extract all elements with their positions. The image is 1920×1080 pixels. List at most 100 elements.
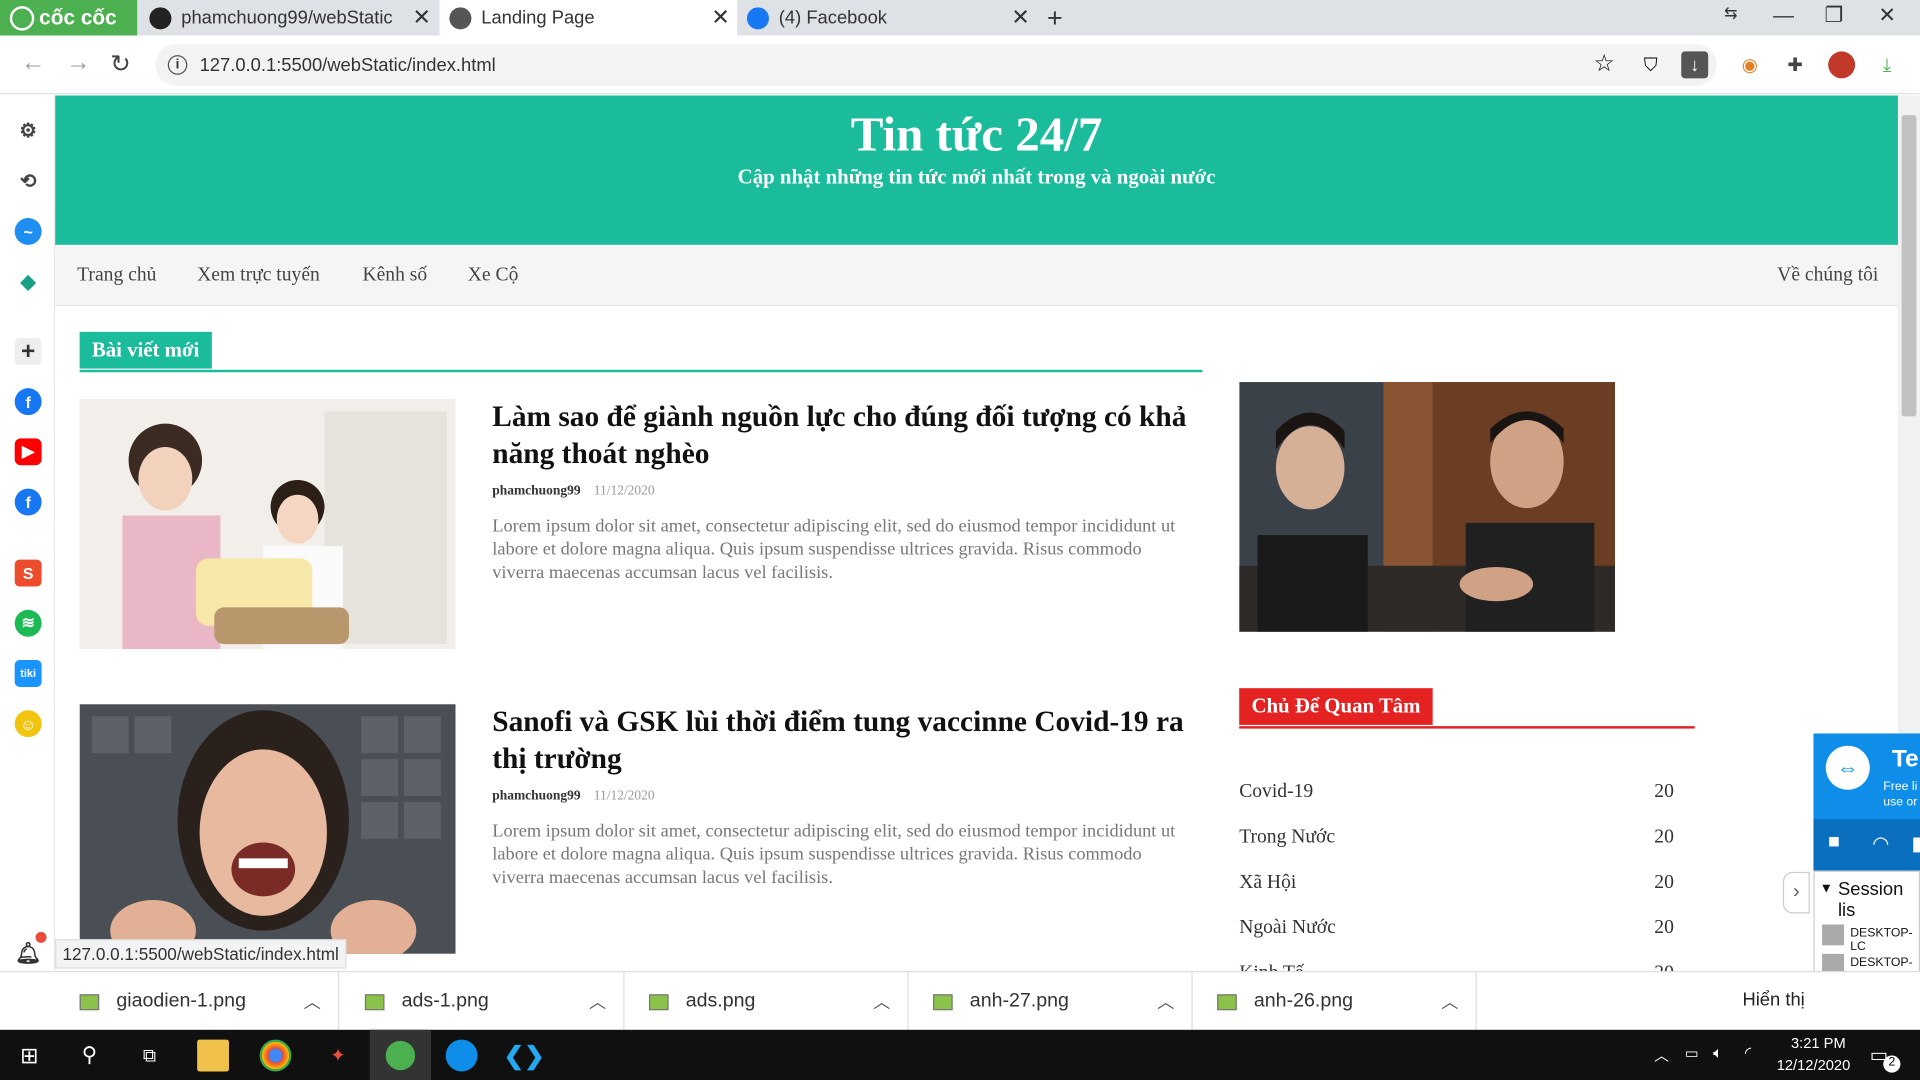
topic-name: Kinh Tế bbox=[1239, 962, 1303, 971]
bookmark-star-icon[interactable]: ☆ bbox=[1591, 50, 1618, 77]
back-button[interactable]: ← bbox=[21, 49, 45, 77]
add-icon[interactable]: + bbox=[14, 337, 42, 365]
coccoc-logo-icon bbox=[9, 5, 35, 31]
wifi-icon[interactable]: ◜ bbox=[1745, 1043, 1751, 1063]
task-view-icon[interactable]: ⧉ bbox=[133, 1040, 165, 1072]
clock-date[interactable]: 12/12/2020 bbox=[1771, 1057, 1857, 1074]
triangle-down-icon[interactable]: ▼ bbox=[1820, 882, 1833, 897]
download-item[interactable]: ads.png ︿ bbox=[624, 972, 909, 1032]
chevron-up-icon[interactable]: ︿ bbox=[304, 989, 321, 1013]
tab-search-icon[interactable]: ⇆ bbox=[1724, 4, 1737, 24]
post-title[interactable]: Sanofi và GSK lùi thời điểm tung vaccinn… bbox=[492, 704, 1202, 777]
coccoc-taskbar-icon[interactable] bbox=[369, 1029, 432, 1080]
post-image[interactable] bbox=[79, 399, 456, 649]
post-author[interactable]: phamchuong99 bbox=[492, 789, 580, 804]
file-explorer-icon[interactable] bbox=[197, 1039, 229, 1072]
tab-title: (4) Facebook bbox=[778, 7, 887, 29]
avatar[interactable] bbox=[1828, 51, 1856, 79]
post-photo-shower bbox=[79, 704, 456, 954]
notification-bell-icon[interactable]: 🔔︎ bbox=[15, 940, 42, 967]
download-item[interactable]: ads-1.png ︿ bbox=[340, 972, 625, 1032]
facebook-icon[interactable]: f bbox=[14, 388, 42, 416]
video-icon[interactable]: ■ bbox=[1828, 831, 1840, 853]
tab-github[interactable]: phamchuong99/webStatic ✕ bbox=[140, 0, 439, 36]
topic-name: Ngoài Nước bbox=[1239, 917, 1336, 938]
close-icon[interactable]: ✕ bbox=[413, 5, 431, 31]
topic-name: Xã Hội bbox=[1239, 871, 1297, 893]
chevron-up-icon[interactable]: ︿ bbox=[1157, 989, 1174, 1013]
coccoc-extension-icon[interactable]: ◉ bbox=[1736, 51, 1763, 78]
tiki-icon[interactable]: tiki bbox=[14, 660, 42, 687]
download-item[interactable]: anh-27.png ︿ bbox=[909, 972, 1193, 1032]
tab-facebook[interactable]: (4) Facebook ✕ bbox=[737, 0, 1037, 36]
forward-button[interactable]: → bbox=[66, 49, 90, 77]
vscode-icon[interactable]: ❮❯ bbox=[504, 1040, 545, 1072]
address-bar[interactable]: i 127.0.0.1:5500/webStatic/index.html bbox=[155, 44, 1717, 86]
history-icon[interactable]: ⟲ bbox=[15, 168, 42, 195]
search-icon[interactable]: ⚲ bbox=[73, 1040, 105, 1072]
show-all-downloads-button[interactable]: Hiển thị bbox=[1742, 989, 1804, 1010]
chat-icon[interactable]: ▮ bbox=[1911, 831, 1920, 855]
topic-item[interactable]: Trong Nước 20 bbox=[1239, 827, 1680, 851]
chrome-icon[interactable] bbox=[259, 1039, 292, 1072]
topic-item[interactable]: Kinh Tế 20 bbox=[1239, 962, 1680, 971]
topic-count: 20 bbox=[1654, 826, 1674, 848]
author-photo bbox=[1239, 382, 1616, 632]
web-page: Tin tức 24/7 Cập nhật những tin tức mới … bbox=[55, 95, 1898, 972]
coccoc-menu-button[interactable]: cốc cốc bbox=[0, 0, 138, 36]
settings-icon[interactable]: ⚙ bbox=[15, 118, 42, 145]
new-tab-button[interactable]: + bbox=[1047, 2, 1063, 34]
post-meta: phamchuong99 11/12/2020 bbox=[492, 789, 654, 804]
chevron-up-icon[interactable]: ︿ bbox=[589, 989, 606, 1013]
close-window-button[interactable]: ✕ bbox=[1878, 4, 1895, 28]
link-status-bubble: 127.0.0.1:5500/webStatic/index.html bbox=[55, 939, 347, 969]
nav-item-vehicles[interactable]: Xe Cộ bbox=[468, 264, 519, 286]
close-icon[interactable]: ✕ bbox=[1011, 5, 1029, 31]
post-title[interactable]: Làm sao để giành nguồn lực cho đúng đối … bbox=[492, 399, 1202, 472]
clock-time[interactable]: 3:21 PM bbox=[1783, 1035, 1854, 1052]
info-icon[interactable]: i bbox=[167, 55, 188, 75]
garena-icon[interactable]: ✦ bbox=[322, 1040, 354, 1072]
post-image[interactable] bbox=[79, 704, 456, 954]
windows-start-icon[interactable]: ⊞ bbox=[13, 1040, 45, 1072]
nav-item-home[interactable]: Trang chủ bbox=[77, 264, 156, 286]
speaker-icon[interactable]: 🔈︎ bbox=[1713, 1043, 1723, 1063]
download-icon[interactable]: ↓ bbox=[1681, 51, 1709, 79]
post-author[interactable]: phamchuong99 bbox=[492, 484, 580, 499]
reload-button[interactable]: ↻ bbox=[110, 49, 131, 80]
topic-item[interactable]: Xã Hội 20 bbox=[1239, 872, 1680, 896]
youtube-icon[interactable]: ▶ bbox=[14, 438, 42, 466]
chevron-up-icon[interactable]: ︿ bbox=[873, 989, 890, 1013]
headset-icon[interactable]: ◠ bbox=[1872, 831, 1889, 855]
battery-icon[interactable]: ▭ bbox=[1685, 1044, 1699, 1061]
nav-item-watch-online[interactable]: Xem trực tuyến bbox=[197, 264, 320, 286]
game-icon[interactable]: ◆ bbox=[15, 268, 42, 295]
chevron-up-icon[interactable]: ︿ bbox=[1654, 1044, 1669, 1065]
nav-item-channels[interactable]: Kênh số bbox=[362, 264, 427, 286]
facebook-icon[interactable]: f bbox=[14, 488, 42, 516]
windows-taskbar: ⊞ ⚲ ⧉ ✦ ❮❯ ︿ ▭ 🔈︎ ◜ 3:21 PM 12/12/2020 ▭… bbox=[0, 1029, 1920, 1080]
download-item[interactable]: anh-26.png ︿ bbox=[1193, 972, 1477, 1032]
mascot-icon[interactable]: ☺ bbox=[14, 710, 42, 738]
messenger-icon[interactable]: ~ bbox=[14, 217, 42, 245]
tab-landing-page[interactable]: Landing Page ✕ bbox=[439, 0, 738, 36]
image-file-icon bbox=[933, 993, 953, 1010]
extensions-icon[interactable]: ✚ bbox=[1782, 51, 1809, 78]
chevron-right-icon[interactable]: › bbox=[1782, 871, 1810, 914]
scrollbar-thumb[interactable] bbox=[1901, 115, 1917, 417]
spotify-icon[interactable]: ≋ bbox=[14, 609, 42, 637]
download-arrow-icon[interactable]: ⤓ bbox=[1873, 51, 1900, 78]
minimize-button[interactable]: — bbox=[1773, 4, 1794, 28]
session-device[interactable]: DESKTOP-LC bbox=[1850, 927, 1919, 954]
download-item[interactable]: giaodien-1.png ︿ bbox=[55, 972, 340, 1032]
download-filename: anh-27.png bbox=[969, 990, 1069, 1012]
topic-item[interactable]: Ngoài Nước 20 bbox=[1239, 917, 1680, 941]
chevron-up-icon[interactable]: ︿ bbox=[1441, 989, 1458, 1013]
topic-item[interactable]: Covid-19 20 bbox=[1239, 781, 1680, 805]
maximize-button[interactable]: ❐ bbox=[1825, 4, 1844, 28]
teamviewer-taskbar-icon[interactable] bbox=[445, 1039, 478, 1072]
shield-icon[interactable]: ⛉ bbox=[1637, 51, 1664, 78]
close-icon[interactable]: ✕ bbox=[711, 5, 729, 31]
nav-item-about[interactable]: Về chúng tôi bbox=[1777, 264, 1878, 286]
shopee-icon[interactable]: S bbox=[14, 559, 42, 587]
